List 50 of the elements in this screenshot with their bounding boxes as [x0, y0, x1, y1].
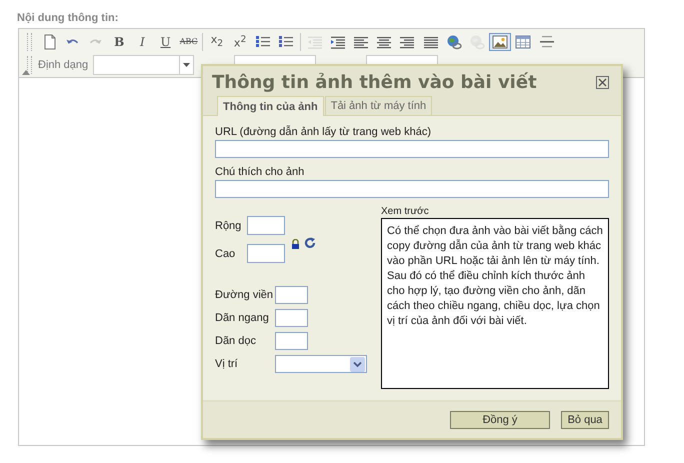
hspace-input[interactable] — [275, 309, 308, 327]
format-button[interactable]: U — [154, 30, 177, 52]
chevron-down-icon — [350, 356, 365, 372]
caption-input[interactable] — [215, 180, 609, 198]
globe-link-icon — [446, 34, 462, 50]
format-button[interactable]: I — [131, 30, 154, 52]
height-label: Cao — [215, 248, 236, 260]
url-input[interactable] — [215, 140, 609, 158]
format-label: Định dạng — [38, 58, 88, 70]
format-button[interactable]: ABC — [178, 30, 200, 52]
outdent-icon — [306, 34, 323, 50]
page-icon — [42, 34, 58, 50]
redo-icon — [89, 38, 102, 45]
format-button[interactable]: x$^{2}$ — [229, 30, 252, 52]
indent-icon — [330, 34, 346, 50]
align-dropdown[interactable] — [275, 355, 367, 373]
preview-label: Xem trước — [381, 206, 430, 218]
toolbar-grip — [27, 32, 32, 50]
bullet-list-icon — [278, 34, 294, 50]
dialog-title: Thông tin ảnh thêm vào bài viết — [212, 72, 537, 92]
lock-icon[interactable] — [291, 239, 300, 249]
format-button[interactable]: x$_{2}$ — [206, 30, 228, 52]
dialog-tab[interactable]: Tải ảnh từ máy tính — [324, 96, 432, 115]
caption-label: Chú thích cho ảnh — [215, 166, 306, 178]
border-input[interactable] — [275, 286, 308, 304]
height-input[interactable] — [247, 244, 285, 263]
vspace-input[interactable] — [275, 332, 308, 350]
image-icon — [492, 34, 508, 50]
vspace-label: Dãn dọc — [215, 335, 257, 347]
url-label: URL (đường dẫn ảnh lấy từ trang web khác) — [215, 126, 432, 138]
preview-text: Có thể chọn đưa ảnh vào bài viết bằng cách copy đường dẫn của ảnh từ trang web khác vào phần URL hoặc tải ảnh lên từ máy tính. Sau đó có thể điều chỉnh kích thước ảnh cho hợp lý, tạo đường viền cho ảnh, dãn cách theo chiều ngang, chiều dọc, lựa chọn vị trí của ảnh đối với bài viết. — [381, 218, 609, 389]
close-icon[interactable] — [596, 76, 609, 88]
numbered-list-icon — [255, 34, 272, 50]
format-button[interactable]: B — [108, 30, 130, 52]
horizontal-rule-icon — [538, 34, 555, 50]
undo-icon — [66, 38, 80, 45]
ok-button[interactable]: Đồng ý — [450, 411, 550, 429]
align-label: Vị trí — [215, 358, 239, 370]
width-input[interactable] — [247, 216, 285, 235]
width-label: Rộng — [215, 220, 242, 232]
dialog-tab[interactable]: Thông tin của ảnh — [217, 96, 324, 116]
table-icon — [515, 34, 532, 50]
toolbar-grip — [27, 56, 32, 74]
hspace-label: Dãn ngang — [215, 312, 270, 324]
border-label: Đường viền — [215, 289, 274, 301]
refresh-icon[interactable] — [304, 237, 316, 249]
section-label: Nội dung thông tin: — [17, 12, 120, 26]
cancel-button[interactable]: Bỏ qua — [561, 411, 609, 429]
dropdown-arrow-icon — [183, 62, 190, 66]
toolbar-button[interactable] — [489, 32, 512, 50]
